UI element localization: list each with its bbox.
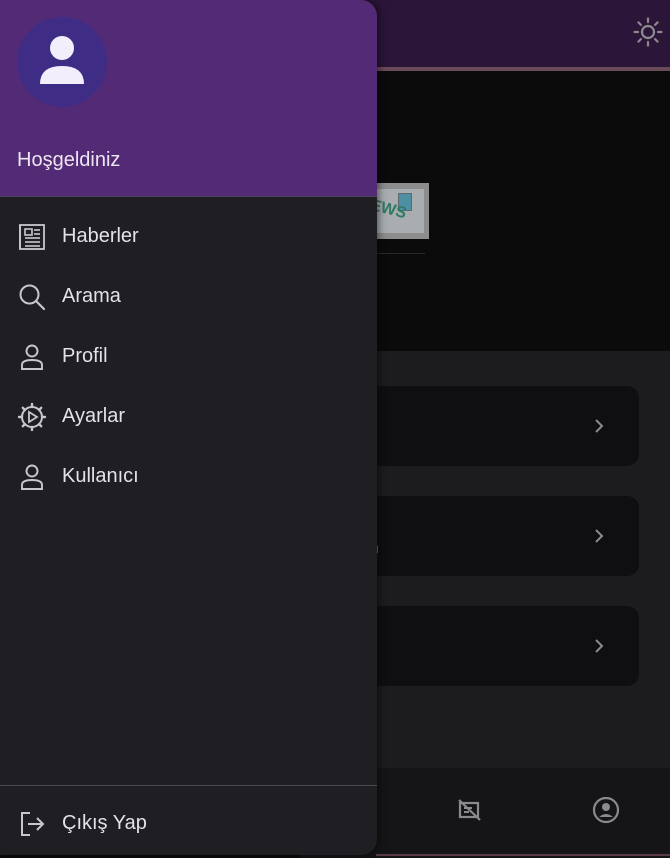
news-off-icon[interactable] [455,795,485,825]
menu-item-label: Profil [62,345,108,367]
menu-item-arama[interactable]: Arama [0,270,377,326]
logout-label: Çıkış Yap [62,812,147,834]
theme-toggle-sun-icon[interactable] [633,17,663,47]
drawer-header: Hoşgeldiniz [0,0,377,197]
menu-item-label: Arama [62,285,121,307]
newspaper-icon [19,224,45,250]
menu-item-label: Ayarlar [62,405,125,427]
app-root: Y EWS n [0,0,670,858]
menu-item-haberler[interactable]: Haberler [0,210,377,266]
logout-button[interactable]: Çıkış Yap [0,797,377,853]
chevron-right-icon [595,529,604,543]
navigation-drawer: Hoşgeldiniz Haberler Arama Profil Ayarla… [0,0,377,855]
menu-item-kullanici[interactable]: Kullanıcı [0,450,377,506]
avatar[interactable] [17,17,107,107]
bottom-accent-line [376,854,670,856]
chevron-right-icon [595,639,604,653]
search-icon [19,284,46,311]
drawer-divider [0,785,377,786]
menu-item-label: Haberler [62,225,139,247]
person-icon [21,344,43,370]
list-tile-2[interactable]: n [340,496,639,576]
settings-icon [17,402,47,432]
list-tile-1[interactable] [340,386,639,466]
menu-item-ayarlar[interactable]: Ayarlar [0,390,377,446]
person-avatar-icon [40,36,84,84]
menu-item-label: Kullanıcı [62,465,139,487]
welcome-text: Hoşgeldiniz [17,149,121,171]
logout-icon [21,812,45,836]
list-tile-3[interactable] [340,606,639,686]
person-icon [21,464,43,490]
chevron-right-icon [595,419,604,433]
account-circle-icon[interactable] [591,795,621,825]
menu-item-profil[interactable]: Profil [0,330,377,386]
